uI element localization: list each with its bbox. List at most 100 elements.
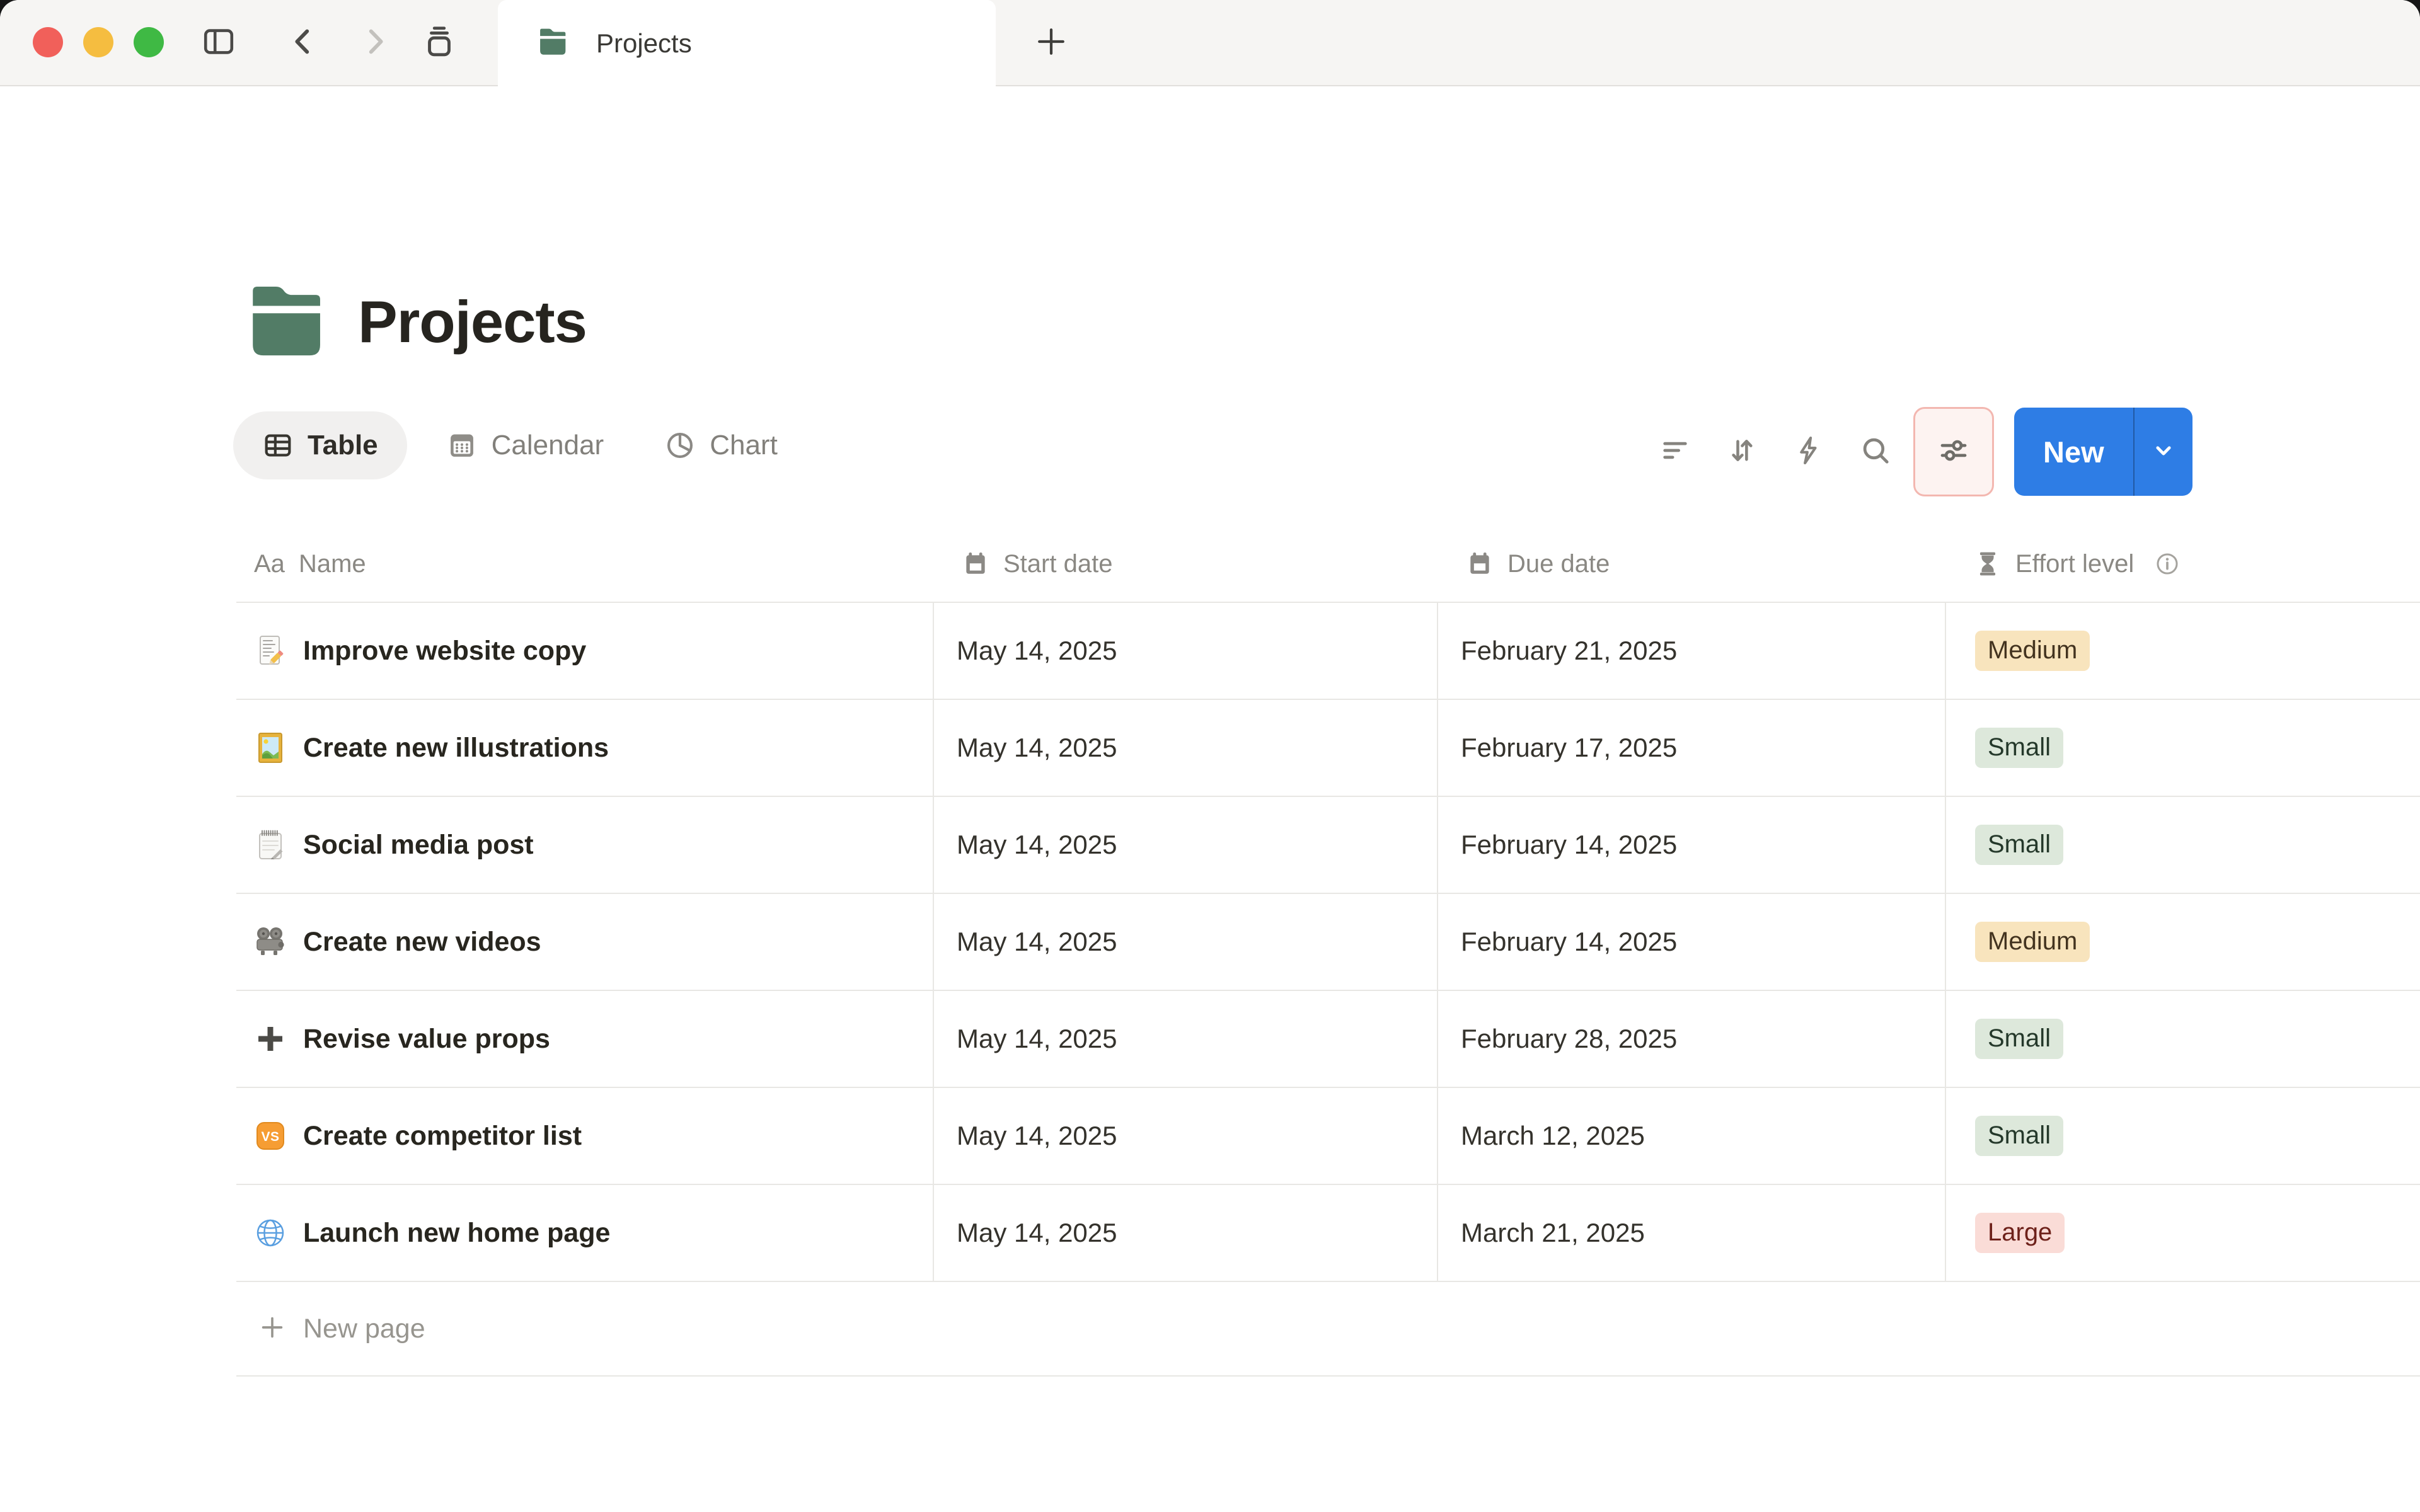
settings-sliders-icon xyxy=(1937,433,1971,471)
database-toolbar: New xyxy=(1646,406,2192,497)
plus-icon xyxy=(258,1313,287,1345)
date-value: February 14, 2025 xyxy=(1461,927,1678,956)
column-header-name[interactable]: Aa Name xyxy=(236,526,933,602)
filter-button[interactable] xyxy=(1646,408,1704,496)
start-date-cell[interactable]: May 14, 2025 xyxy=(933,603,1437,699)
new-dropdown-button[interactable] xyxy=(2135,408,2192,496)
page-name: Create new illustrations xyxy=(303,732,609,763)
effort-cell[interactable]: Small xyxy=(1945,1088,2420,1184)
effort-badge: Medium xyxy=(1975,631,2090,671)
due-date-cell[interactable]: March 12, 2025 xyxy=(1437,1088,1945,1184)
page-name: Revise value props xyxy=(303,1023,550,1054)
start-date-cell[interactable]: May 14, 2025 xyxy=(933,700,1437,796)
folder-icon[interactable] xyxy=(245,282,328,362)
memo-icon xyxy=(254,634,287,667)
start-date-cell[interactable]: May 14, 2025 xyxy=(933,894,1437,990)
name-cell[interactable]: Improve website copy xyxy=(236,603,933,699)
name-cell[interactable]: Create new illustrations xyxy=(236,700,933,796)
name-cell[interactable]: Social media post xyxy=(236,797,933,893)
start-date-cell[interactable]: May 14, 2025 xyxy=(933,991,1437,1087)
zoom-window-button[interactable] xyxy=(134,27,164,57)
browser-tab-projects[interactable]: Projects xyxy=(498,0,996,86)
sort-icon xyxy=(1726,434,1758,470)
column-label: Due date xyxy=(1507,549,1610,578)
automation-button[interactable] xyxy=(1780,408,1838,496)
date-value: February 28, 2025 xyxy=(1461,1024,1678,1053)
table-row[interactable]: Improve website copy May 14, 2025 Februa… xyxy=(236,602,2420,699)
date-value: March 12, 2025 xyxy=(1461,1121,1645,1150)
effort-badge: Small xyxy=(1975,825,2064,865)
effort-cell[interactable]: Small xyxy=(1945,797,2420,893)
due-date-cell[interactable]: March 21, 2025 xyxy=(1437,1185,1945,1281)
new-button-label: New xyxy=(2043,435,2104,469)
table-header-row: Aa Name Start date Due date Effort level xyxy=(236,526,2420,602)
heavy-plus-icon xyxy=(254,1022,287,1055)
view-tabs: Table Calendar Chart xyxy=(233,411,778,480)
effort-badge: Small xyxy=(1975,1116,2064,1156)
table-row[interactable]: Create new illustrations May 14, 2025 Fe… xyxy=(236,699,2420,796)
framed-picture-icon xyxy=(254,731,287,764)
back-chevron-icon xyxy=(285,23,321,63)
due-date-cell[interactable]: February 14, 2025 xyxy=(1437,797,1945,893)
traffic-lights xyxy=(33,27,164,57)
tab-stack-button[interactable] xyxy=(418,22,460,64)
date-value: May 14, 2025 xyxy=(957,927,1117,956)
table-row[interactable]: Revise value props May 14, 2025 February… xyxy=(236,990,2420,1087)
view-settings-button[interactable] xyxy=(1913,407,1994,496)
new-page-row[interactable]: New page xyxy=(236,1281,2420,1377)
column-label: Start date xyxy=(1003,549,1113,578)
info-icon[interactable] xyxy=(2154,551,2181,577)
due-date-cell[interactable]: February 14, 2025 xyxy=(1437,894,1945,990)
new-record-split-button: New xyxy=(2014,408,2192,496)
close-window-button[interactable] xyxy=(33,27,63,57)
calendar-icon xyxy=(1466,550,1494,578)
effort-badge: Small xyxy=(1975,1019,2064,1059)
name-cell[interactable]: VS Create competitor list xyxy=(236,1088,933,1184)
column-label: Effort level xyxy=(2015,549,2135,578)
effort-cell[interactable]: Medium xyxy=(1945,894,2420,990)
effort-cell[interactable]: Medium xyxy=(1945,603,2420,699)
folder-icon xyxy=(537,27,568,59)
minimize-window-button[interactable] xyxy=(83,27,113,57)
tab-stack-icon xyxy=(421,23,458,63)
page-name: Create competitor list xyxy=(303,1120,582,1151)
calendar-icon xyxy=(962,550,989,578)
forward-button[interactable] xyxy=(354,22,396,64)
back-button[interactable] xyxy=(282,22,324,64)
sidebar-toggle-button[interactable] xyxy=(198,22,239,64)
name-cell[interactable]: Launch new home page xyxy=(236,1185,933,1281)
svg-text:VS: VS xyxy=(261,1130,279,1144)
due-date-cell[interactable]: February 28, 2025 xyxy=(1437,991,1945,1087)
effort-badge: Medium xyxy=(1975,922,2090,962)
start-date-cell[interactable]: May 14, 2025 xyxy=(933,1088,1437,1184)
tab-table-view[interactable]: Table xyxy=(233,411,407,479)
column-header-start-date[interactable]: Start date xyxy=(933,526,1437,602)
column-header-effort-level[interactable]: Effort level xyxy=(1945,526,2420,602)
name-cell[interactable]: Create new videos xyxy=(236,894,933,990)
date-value: February 21, 2025 xyxy=(1461,636,1678,665)
column-header-due-date[interactable]: Due date xyxy=(1437,526,1945,602)
effort-cell[interactable]: Small xyxy=(1945,991,2420,1087)
tab-chart-view[interactable]: Chart xyxy=(664,430,778,461)
table-row[interactable]: VS Create competitor list May 14, 2025 M… xyxy=(236,1087,2420,1184)
start-date-cell[interactable]: May 14, 2025 xyxy=(933,1185,1437,1281)
page-title[interactable]: Projects xyxy=(358,288,587,356)
date-value: March 21, 2025 xyxy=(1461,1218,1645,1247)
search-button[interactable] xyxy=(1847,408,1904,496)
name-cell[interactable]: Revise value props xyxy=(236,991,933,1087)
table-row[interactable]: Social media post May 14, 2025 February … xyxy=(236,796,2420,893)
tab-calendar-view[interactable]: Calendar xyxy=(446,430,604,461)
effort-cell[interactable]: Small xyxy=(1945,700,2420,796)
due-date-cell[interactable]: February 17, 2025 xyxy=(1437,700,1945,796)
due-date-cell[interactable]: February 21, 2025 xyxy=(1437,603,1945,699)
date-value: May 14, 2025 xyxy=(957,830,1117,859)
table-row[interactable]: Create new videos May 14, 2025 February … xyxy=(236,893,2420,990)
new-tab-button[interactable] xyxy=(1026,22,1076,64)
page-name: Social media post xyxy=(303,829,534,860)
new-button[interactable]: New xyxy=(2014,408,2133,496)
pie-chart-icon xyxy=(664,430,696,461)
table-row[interactable]: Launch new home page May 14, 2025 March … xyxy=(236,1184,2420,1281)
start-date-cell[interactable]: May 14, 2025 xyxy=(933,797,1437,893)
effort-cell[interactable]: Large xyxy=(1945,1185,2420,1281)
sort-button[interactable] xyxy=(1713,408,1771,496)
